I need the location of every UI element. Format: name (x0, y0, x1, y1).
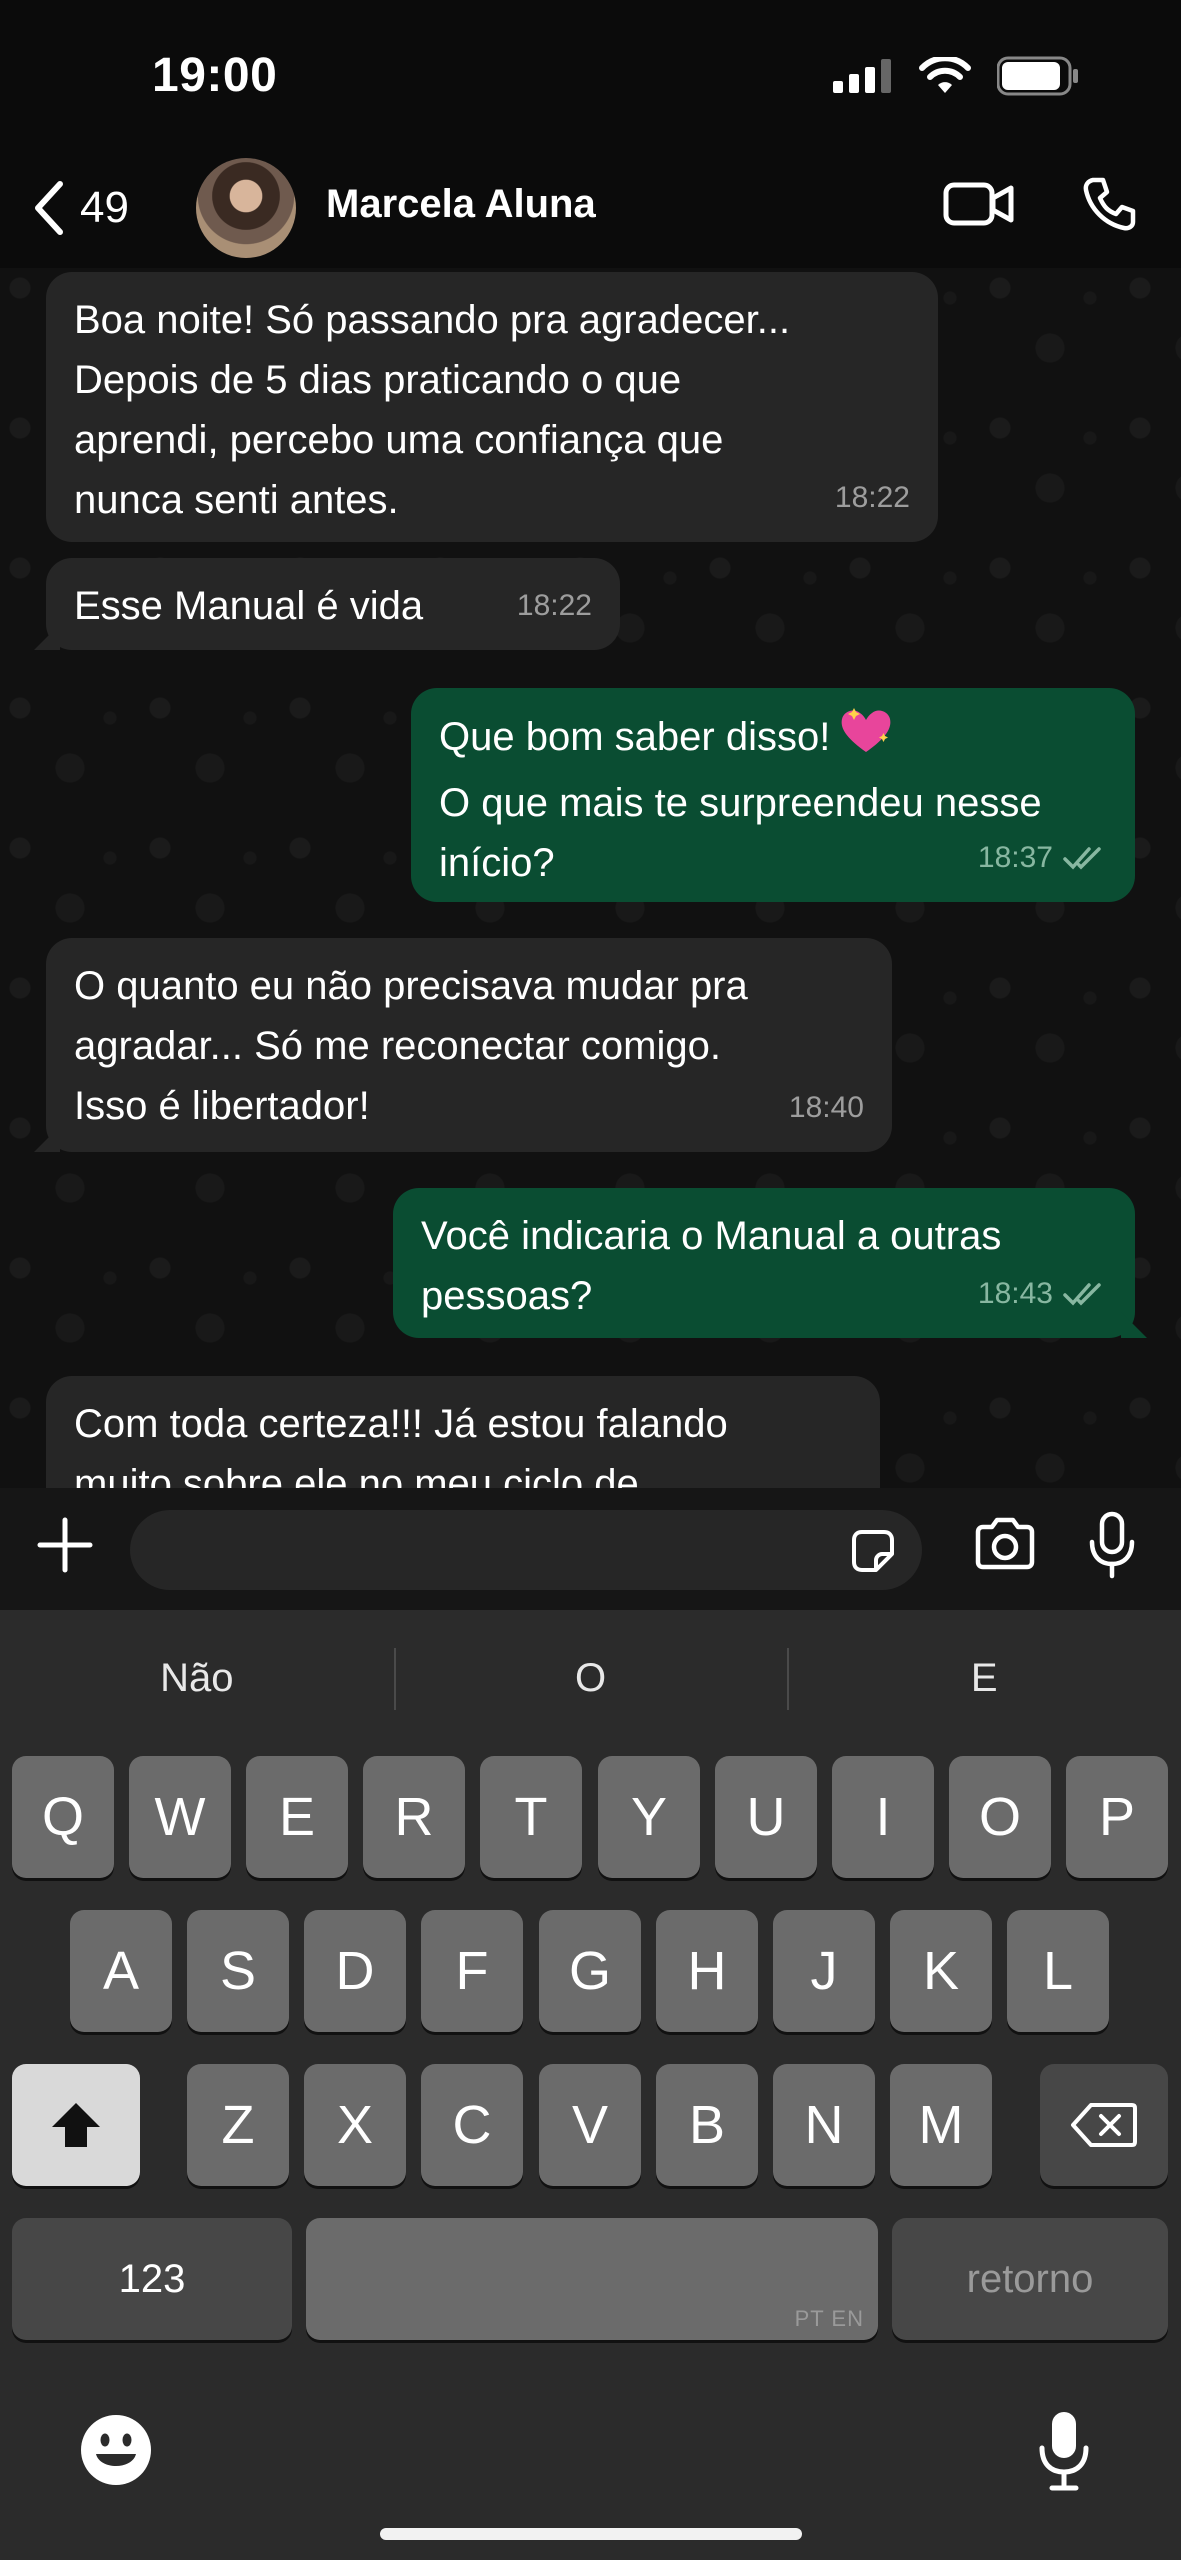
contact-name[interactable]: Marcela Aluna (326, 182, 596, 227)
signal-icon (833, 59, 891, 93)
back-button[interactable]: 49 (32, 180, 129, 236)
message-input[interactable] (130, 1510, 922, 1590)
back-chevron-icon (35, 181, 63, 235)
message-text: O que mais te surpreendeu nesse (439, 781, 1042, 825)
video-call-icon[interactable] (943, 180, 1015, 228)
status-bar: 19:00 (0, 0, 1181, 150)
bubble-tail (34, 1126, 60, 1152)
keyboard: Não O E Q W E R T Y U I O P A S D F G H … (0, 1610, 1181, 2560)
space-language-label: PT EN (794, 2306, 864, 2331)
chat-header: 49 Marcela Aluna (0, 150, 1181, 268)
key-o[interactable]: O (949, 1756, 1051, 1878)
key-p[interactable]: P (1066, 1756, 1168, 1878)
shift-key[interactable] (12, 2064, 140, 2186)
suggestion-item[interactable]: O (393, 1610, 788, 1746)
plus-icon[interactable] (36, 1516, 94, 1574)
key-f[interactable]: F (421, 1910, 523, 2032)
message-text: Depois de 5 dias praticando o que (74, 358, 682, 402)
key-q[interactable]: Q (12, 1756, 114, 1878)
key-k[interactable]: K (890, 1910, 992, 2032)
phone-icon[interactable] (1081, 176, 1137, 232)
message-text: Com toda certeza!!! Já estou falando (74, 1402, 728, 1446)
sticker-icon[interactable] (848, 1526, 898, 1576)
message-time: 18:22 (834, 481, 910, 514)
avatar[interactable] (196, 158, 296, 258)
key-l[interactable]: L (1007, 1910, 1109, 2032)
suggestion-item[interactable]: Não (0, 1610, 394, 1746)
read-receipt-icon (1063, 847, 1101, 870)
bubble-tail (1121, 1312, 1147, 1338)
message-time: 18:40 (788, 1091, 864, 1124)
home-indicator[interactable] (380, 2528, 802, 2540)
key-r[interactable]: R (363, 1756, 465, 1878)
mic-icon[interactable] (1086, 1510, 1138, 1582)
message-text: agradar... Só me reconectar comigo. (74, 1024, 721, 1068)
suggestion-item[interactable]: E (787, 1610, 1181, 1746)
message-incoming[interactable]: Com toda certeza!!! Já estou falando mui… (46, 1376, 880, 1488)
camera-icon[interactable] (972, 1516, 1038, 1572)
key-b[interactable]: B (656, 2064, 758, 2186)
dictation-icon[interactable] (1036, 2408, 1092, 2494)
message-outgoing[interactable]: Você indicaria o Manual a outras pessoas… (393, 1188, 1135, 1338)
message-outgoing[interactable]: Que bom saber disso! O que mais te surpr… (411, 688, 1135, 902)
key-h[interactable]: H (656, 1910, 758, 2032)
backspace-key[interactable] (1040, 2064, 1168, 2186)
message-text: muito sobre ele no meu ciclo de (74, 1462, 639, 1488)
key-a[interactable]: A (70, 1910, 172, 2032)
backspace-icon (1071, 2103, 1137, 2147)
message-text: nunca senti antes. (74, 478, 399, 522)
return-key[interactable]: retorno (892, 2218, 1168, 2340)
chat-area[interactable]: Boa noite! Só passando pra agradecer... … (0, 268, 1181, 1488)
status-icons (833, 56, 1081, 96)
key-g[interactable]: G (539, 1910, 641, 2032)
message-text: aprendi, percebo uma confiança que (74, 418, 724, 462)
emoji-icon[interactable] (78, 2412, 154, 2488)
key-m[interactable]: M (890, 2064, 992, 2186)
message-text: Que bom saber disso! (439, 706, 1107, 773)
message-time: 18:22 (516, 589, 592, 622)
key-n[interactable]: N (773, 2064, 875, 2186)
message-text: Esse Manual é vida (74, 584, 424, 628)
sparkling-heart-icon (838, 706, 894, 773)
message-incoming[interactable]: O quanto eu não precisava mudar pra agra… (46, 938, 892, 1152)
status-time: 19:00 (152, 49, 278, 102)
message-time: 18:43 (977, 1277, 1053, 1310)
suggestion-bar: Não O E (0, 1610, 1181, 1746)
message-text: Boa noite! Só passando pra agradecer... (74, 298, 791, 342)
key-w[interactable]: W (129, 1756, 231, 1878)
message-text: O quanto eu não precisava mudar pra (74, 964, 748, 1008)
space-key[interactable]: PT EN (306, 2218, 878, 2340)
message-incoming[interactable]: Boa noite! Só passando pra agradecer... … (46, 272, 938, 542)
shift-icon (52, 2103, 100, 2147)
wifi-icon (919, 57, 971, 93)
message-input-bar (0, 1488, 1181, 1610)
bubble-tail (34, 624, 60, 650)
key-j[interactable]: J (773, 1910, 875, 2032)
battery-icon (997, 56, 1078, 96)
message-text: Isso é libertador! (74, 1084, 370, 1128)
read-receipt-icon (1063, 1283, 1101, 1306)
message-text: Você indicaria o Manual a outras (421, 1214, 1002, 1258)
key-s[interactable]: S (187, 1910, 289, 2032)
key-i[interactable]: I (832, 1756, 934, 1878)
key-y[interactable]: Y (598, 1756, 700, 1878)
unread-count: 49 (80, 183, 129, 232)
message-time: 18:37 (977, 841, 1053, 874)
key-z[interactable]: Z (187, 2064, 289, 2186)
message-incoming[interactable]: Esse Manual é vida 18:22 (46, 558, 620, 650)
message-text-segment: Que bom saber disso! (439, 715, 831, 760)
key-t[interactable]: T (480, 1756, 582, 1878)
key-v[interactable]: V (539, 2064, 641, 2186)
key-c[interactable]: C (421, 2064, 523, 2186)
key-d[interactable]: D (304, 1910, 406, 2032)
numbers-key[interactable]: 123 (12, 2218, 292, 2340)
key-e[interactable]: E (246, 1756, 348, 1878)
key-x[interactable]: X (304, 2064, 406, 2186)
key-u[interactable]: U (715, 1756, 817, 1878)
